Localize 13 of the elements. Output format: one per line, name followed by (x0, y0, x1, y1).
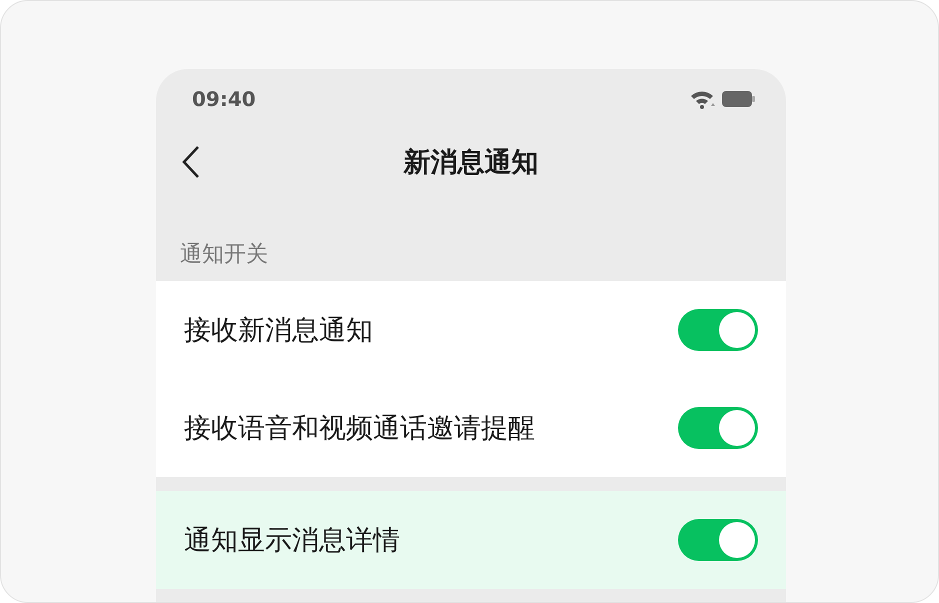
wifi-icon (690, 89, 716, 109)
back-icon[interactable] (180, 145, 202, 179)
setting-label: 接收语音和视频通话邀请提醒 (184, 412, 535, 446)
setting-label: 接收新消息通知 (184, 314, 373, 348)
battery-icon (722, 90, 756, 108)
setting-label: 通知显示消息详情 (184, 524, 400, 558)
section-label: 通知开关 (179, 241, 269, 269)
settings-row[interactable]: 通知显示消息详情 (156, 491, 786, 589)
page-title: 新消息通知 (404, 146, 538, 180)
toggle-switch[interactable] (678, 407, 758, 449)
toggle-switch[interactable] (678, 519, 758, 561)
status-time: 09:40 (192, 87, 256, 111)
toggle-switch[interactable] (678, 309, 758, 351)
